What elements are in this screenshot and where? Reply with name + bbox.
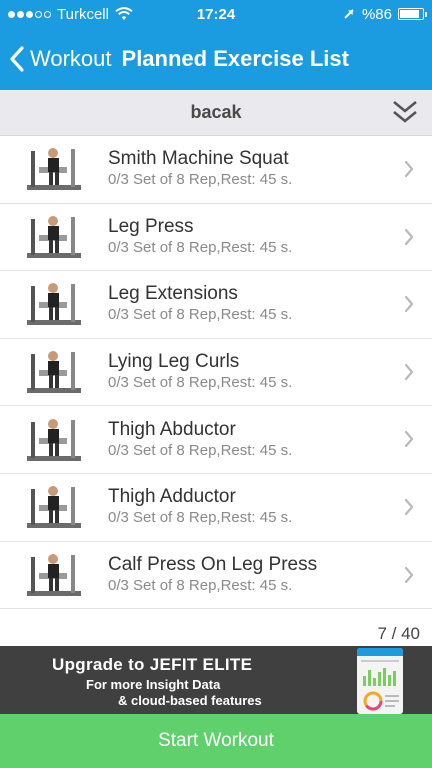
exercise-thumbnail <box>18 411 90 469</box>
exercise-texts: Leg Extensions 0/3 Set of 8 Rep,Rest: 45… <box>108 283 432 325</box>
exercise-texts: Thigh Abductor 0/3 Set of 8 Rep,Rest: 45… <box>108 419 432 461</box>
exercise-name: Thigh Abductor <box>108 418 236 440</box>
exercise-thumbnail <box>18 343 90 401</box>
status-left: Turkcell <box>8 6 133 23</box>
battery-icon <box>398 8 427 20</box>
exercise-row[interactable]: Calf Press On Leg Press 0/3 Set of 8 Rep… <box>0 542 432 610</box>
exercise-name: Leg Press <box>108 215 194 237</box>
banner-line-2: For more Insight Data <box>86 677 221 692</box>
page-title: Planned Exercise List <box>121 46 349 71</box>
exercise-texts: Calf Press On Leg Press 0/3 Set of 8 Rep… <box>108 554 432 596</box>
phone-screenshot-image <box>357 648 403 714</box>
exercise-name: Smith Machine Squat <box>108 148 289 170</box>
exercise-texts: Leg Press 0/3 Set of 8 Rep,Rest: 45 s. <box>108 216 432 258</box>
wifi-icon <box>115 7 133 20</box>
exercise-thumbnail <box>18 546 90 604</box>
nav-bar: Workout Planned Exercise List <box>0 28 432 90</box>
exercise-detail: 0/3 Set of 8 Rep,Rest: 45 s. <box>108 238 293 256</box>
back-button[interactable]: Workout <box>10 46 112 72</box>
carrier-label: Turkcell <box>57 5 109 23</box>
chevron-right-icon <box>404 431 414 448</box>
exercise-texts: Thigh Adductor 0/3 Set of 8 Rep,Rest: 45… <box>108 486 432 528</box>
group-name: bacak <box>190 102 242 122</box>
chevron-right-icon <box>404 228 414 245</box>
exercise-thumbnail <box>18 275 90 333</box>
status-bar: Turkcell 17:24 %86 <box>0 0 432 28</box>
exercise-row[interactable]: Smith Machine Squat 0/3 Set of 8 Rep,Res… <box>0 136 432 204</box>
chevron-right-icon <box>404 363 414 380</box>
exercise-detail: 0/3 Set of 8 Rep,Rest: 45 s. <box>108 441 293 459</box>
exercise-detail: 0/3 Set of 8 Rep,Rest: 45 s. <box>108 509 293 527</box>
exercise-row[interactable]: Thigh Adductor 0/3 Set of 8 Rep,Rest: 45… <box>0 474 432 542</box>
exercise-name: Leg Extensions <box>108 283 238 305</box>
exercise-texts: Smith Machine Squat 0/3 Set of 8 Rep,Res… <box>108 148 432 190</box>
exercise-list: Smith Machine Squat 0/3 Set of 8 Rep,Res… <box>0 136 432 610</box>
exercise-detail: 0/3 Set of 8 Rep,Rest: 45 s. <box>108 171 293 189</box>
chevron-right-icon <box>404 296 414 313</box>
chevron-right-icon <box>404 498 414 516</box>
exercise-thumbnail <box>18 208 90 266</box>
exercise-name: Thigh Adductor <box>108 486 236 508</box>
exercise-row[interactable]: Leg Extensions 0/3 Set of 8 Rep,Rest: 45… <box>0 271 432 339</box>
exercise-thumbnail <box>18 478 90 536</box>
page-counter: 7 / 40 <box>377 624 420 643</box>
exercise-row[interactable]: Lying Leg Curls 0/3 Set of 8 Rep,Rest: 4… <box>0 339 432 407</box>
signal-icon <box>8 10 51 18</box>
banner-title: Upgrade to JEFIT ELITE <box>52 655 253 674</box>
status-time: 17:24 <box>196 6 236 23</box>
chevron-right-icon <box>404 566 414 583</box>
exercise-name: Lying Leg Curls <box>108 351 240 373</box>
exercise-detail: 0/3 Set of 8 Rep,Rest: 45 s. <box>108 576 293 594</box>
exercise-thumbnail <box>18 140 90 198</box>
group-header[interactable]: bacak <box>0 90 432 136</box>
battery-percent: %86 <box>361 5 392 23</box>
start-workout-button[interactable]: Start Workout <box>0 714 432 768</box>
exercise-texts: Lying Leg Curls 0/3 Set of 8 Rep,Rest: 4… <box>108 351 432 393</box>
exercise-detail: 0/3 Set of 8 Rep,Rest: 45 s. <box>108 306 293 324</box>
chevron-right-icon <box>404 160 414 178</box>
header: Turkcell 17:24 %86 Workout Planned Exerc… <box>0 0 432 90</box>
exercise-row[interactable]: Leg Press 0/3 Set of 8 Rep,Rest: 45 s. <box>0 204 432 272</box>
orientation-lock-icon <box>344 9 354 19</box>
upgrade-banner[interactable]: Upgrade to JEFIT ELITE For more Insight … <box>0 646 432 714</box>
exercise-detail: 0/3 Set of 8 Rep,Rest: 45 s. <box>108 374 293 392</box>
back-label: Workout <box>30 46 112 71</box>
banner-line-3: & cloud-based features <box>118 693 262 708</box>
exercise-row[interactable]: Thigh Abductor 0/3 Set of 8 Rep,Rest: 45… <box>0 406 432 474</box>
chevron-left-icon <box>10 46 24 72</box>
double-chevron-down-icon[interactable] <box>392 98 418 126</box>
exercise-name: Calf Press On Leg Press <box>108 553 318 575</box>
status-right: %86 <box>342 5 427 23</box>
